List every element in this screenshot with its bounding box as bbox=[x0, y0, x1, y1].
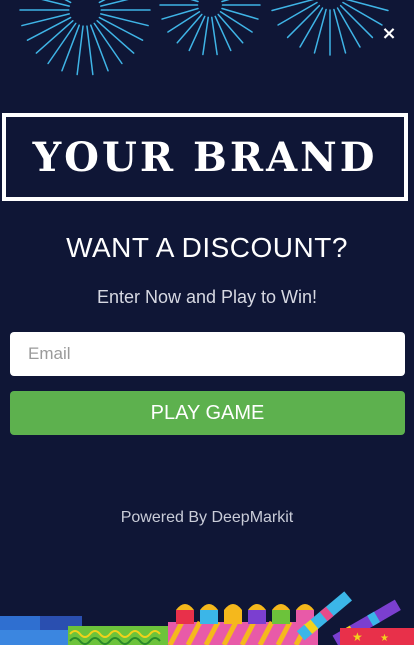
discount-headline: WANT A DISCOUNT? bbox=[66, 232, 348, 263]
fireworks-icon bbox=[19, 0, 389, 76]
discount-popup: × YOUR BRAND WANT A DISCOUNT? Enter Now … bbox=[0, 0, 414, 645]
close-icon[interactable]: × bbox=[380, 25, 398, 43]
powered-by-text: Powered By DeepMarkit bbox=[120, 509, 294, 526]
brand-logo-box: YOUR BRAND bbox=[2, 113, 408, 201]
brand-logo-text: YOUR BRAND bbox=[32, 133, 378, 181]
svg-text:★: ★ bbox=[352, 630, 363, 644]
svg-text:★: ★ bbox=[380, 633, 389, 644]
firecrackers-icon: ★ ★ bbox=[0, 591, 414, 645]
play-game-button[interactable]: PLAY GAME bbox=[10, 391, 405, 435]
email-field[interactable] bbox=[10, 332, 405, 376]
discount-subline: Enter Now and Play to Win! bbox=[96, 287, 318, 307]
